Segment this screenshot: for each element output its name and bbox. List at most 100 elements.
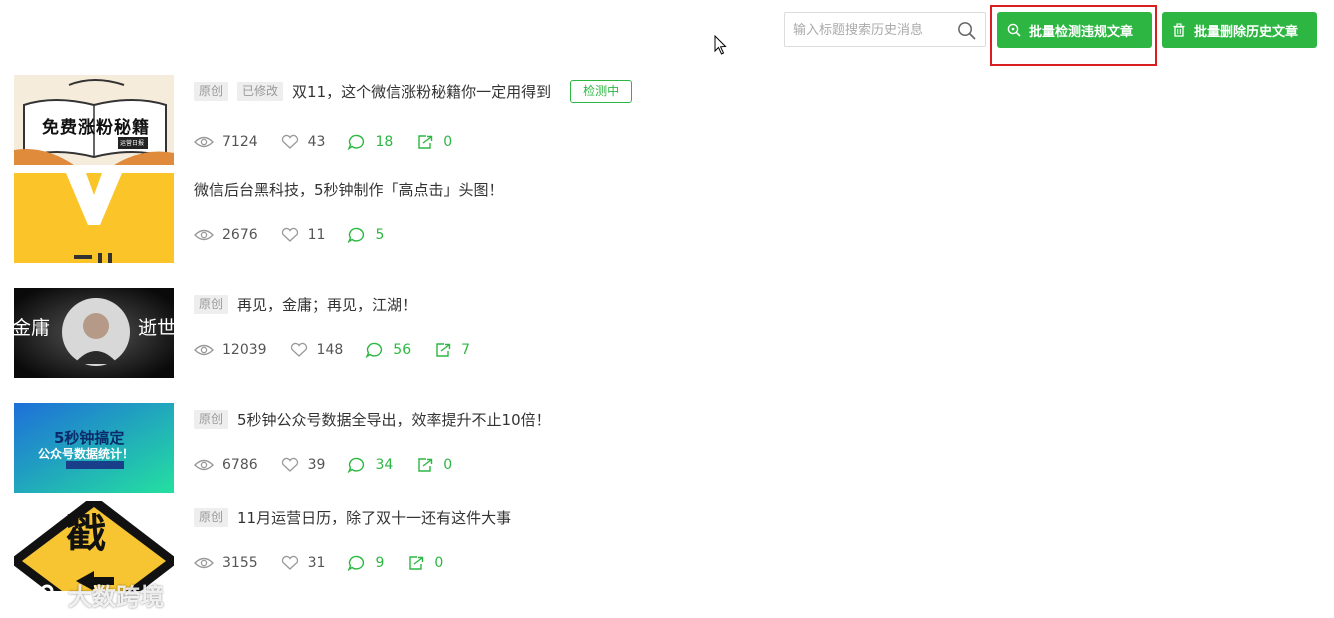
thumbnail-subtext: 运营日报 (120, 140, 145, 147)
article-title[interactable]: 双11，这个微信涨粉秘籍你一定用得到 (292, 81, 551, 102)
search-icon[interactable] (957, 21, 976, 40)
eye-icon (194, 344, 214, 356)
comments-stat[interactable]: 18 (347, 134, 393, 150)
original-tag: 原创 (194, 294, 229, 314)
heart-icon (281, 227, 298, 242)
article-thumbnail[interactable]: 免费涨粉秘籍 运营日报 (14, 75, 174, 165)
batch-delete-label: 批量删除历史文章 (1194, 24, 1299, 40)
article-title[interactable]: 5秒钟公众号数据全导出，效率提升不止10倍！ (237, 409, 551, 430)
share-icon (436, 343, 451, 357)
likes-stat: 31 (280, 555, 326, 571)
comment-icon (348, 555, 365, 571)
shares-stat[interactable]: 0 (406, 555, 443, 571)
article-row[interactable]: 5秒钟搞定 公众号数据统计！ 原创 5秒钟公众号数据全导出，效率提升不止10倍！… (14, 403, 914, 493)
comment-icon (348, 227, 365, 243)
eye-icon (194, 459, 214, 471)
views-stat: 7124 (194, 134, 258, 150)
views-count: 3155 (222, 555, 258, 571)
comment-icon (348, 134, 365, 150)
likes-count: 39 (307, 457, 326, 473)
article-thumbnail[interactable] (14, 173, 174, 263)
shares-count: 0 (434, 555, 444, 571)
batch-delete-button[interactable]: 批量删除历史文章 (1162, 12, 1317, 48)
likes-count: 43 (307, 134, 326, 150)
modified-tag: 已修改 (237, 81, 284, 101)
heart-icon (281, 555, 298, 570)
watermark-text: 大数跨境 (68, 583, 164, 611)
article-row[interactable]: 免费涨粉秘籍 运营日报 原创 已修改 双11，这个微信涨粉秘籍你一定用得到 检测… (14, 75, 914, 165)
views-stat: 3155 (194, 555, 258, 571)
comments-stat[interactable]: 56 (365, 342, 411, 358)
detecting-status-badge: 检测中 (570, 79, 633, 103)
likes-stat: 11 (280, 227, 325, 243)
comments-stat[interactable]: 9 (347, 555, 384, 571)
thumbnail-text-2: 公众号数据统计！ (38, 447, 135, 461)
views-count: 7124 (222, 134, 258, 150)
likes-stat: 39 (280, 457, 326, 473)
article-header: 原创 5秒钟公众号数据全导出，效率提升不止10倍！ (194, 408, 551, 430)
shares-stat[interactable]: 0 (415, 457, 452, 473)
shares-stat[interactable]: 0 (415, 134, 452, 150)
watermark-logo-icon (13, 580, 54, 609)
thumbnail-image-2 (14, 173, 174, 263)
trash-icon (1173, 23, 1185, 37)
thumbnail-text-left: 金庸 (14, 317, 51, 339)
article-header: 原创 已修改 双11，这个微信涨粉秘籍你一定用得到 检测中 (194, 79, 633, 103)
shares-stat[interactable]: 7 (433, 342, 470, 358)
comments-count: 34 (375, 457, 394, 473)
views-stat: 6786 (194, 457, 258, 473)
original-tag: 原创 (194, 409, 229, 429)
likes-stat: 148 (289, 342, 344, 358)
comments-count: 56 (393, 342, 412, 358)
comment-icon (348, 457, 365, 473)
views-stat: 2676 (194, 227, 258, 243)
article-thumbnail[interactable]: 金庸 逝世 (14, 288, 174, 378)
watermark: 大数跨境 (10, 577, 164, 612)
article-title[interactable]: 11月运营日历，除了双十一还有这件大事 (237, 507, 511, 528)
share-icon (418, 135, 433, 149)
comments-count: 5 (375, 227, 385, 243)
batch-detect-label: 批量检测违规文章 (1029, 24, 1134, 40)
thumbnail-text: 免费涨粉秘籍 (42, 118, 150, 138)
batch-detect-button[interactable]: 批量检测违规文章 (997, 12, 1152, 48)
article-header: 原创 11月运营日历，除了双十一还有这件大事 (194, 506, 511, 528)
original-tag: 原创 (194, 81, 229, 101)
heart-icon (281, 457, 298, 472)
article-stats: 2676 11 5 (194, 225, 406, 245)
likes-count: 31 (307, 555, 326, 571)
comments-count: 18 (375, 134, 394, 150)
views-count: 2676 (222, 227, 258, 243)
shares-count: 7 (461, 342, 471, 358)
likes-count: 148 (316, 342, 344, 358)
article-row[interactable]: 微信后台黑科技，5秒钟制作「高点击」头图！ 2676 11 5 (14, 173, 914, 263)
article-stats: 12039 148 56 7 (194, 340, 492, 360)
mouse-cursor-icon (714, 35, 727, 55)
shares-count: 0 (443, 134, 453, 150)
heart-icon (290, 342, 307, 357)
original-tag: 原创 (194, 507, 229, 527)
heart-icon (281, 134, 298, 149)
views-count: 12039 (222, 342, 267, 358)
search-box[interactable] (784, 12, 986, 47)
article-thumbnail[interactable]: 5秒钟搞定 公众号数据统计！ (14, 403, 174, 493)
article-row[interactable]: 金庸 逝世 原创 再见，金庸；再见，江湖！ 12039 148 56 7 (14, 288, 914, 378)
likes-stat: 43 (280, 134, 326, 150)
article-title[interactable]: 再见，金庸；再见，江湖！ (237, 294, 417, 315)
shares-count: 0 (443, 457, 453, 473)
article-header: 原创 再见，金庸；再见，江湖！ (194, 293, 417, 315)
detect-search-icon (1007, 23, 1021, 37)
eye-icon (194, 557, 214, 569)
share-icon (409, 556, 424, 570)
article-header: 微信后台黑科技，5秒钟制作「高点击」头图！ (194, 178, 504, 200)
article-stats: 3155 31 9 0 (194, 553, 465, 573)
share-icon (418, 458, 433, 472)
article-stats: 7124 43 18 0 (194, 132, 474, 152)
views-stat: 12039 (194, 342, 267, 358)
article-title[interactable]: 微信后台黑科技，5秒钟制作「高点击」头图！ (194, 179, 504, 200)
article-stats: 6786 39 34 0 (194, 455, 474, 475)
search-input[interactable] (793, 21, 953, 39)
comments-stat[interactable]: 5 (347, 227, 384, 243)
comments-stat[interactable]: 34 (347, 457, 393, 473)
eye-icon (194, 136, 214, 148)
thumbnail-text: 戳 (66, 511, 106, 557)
